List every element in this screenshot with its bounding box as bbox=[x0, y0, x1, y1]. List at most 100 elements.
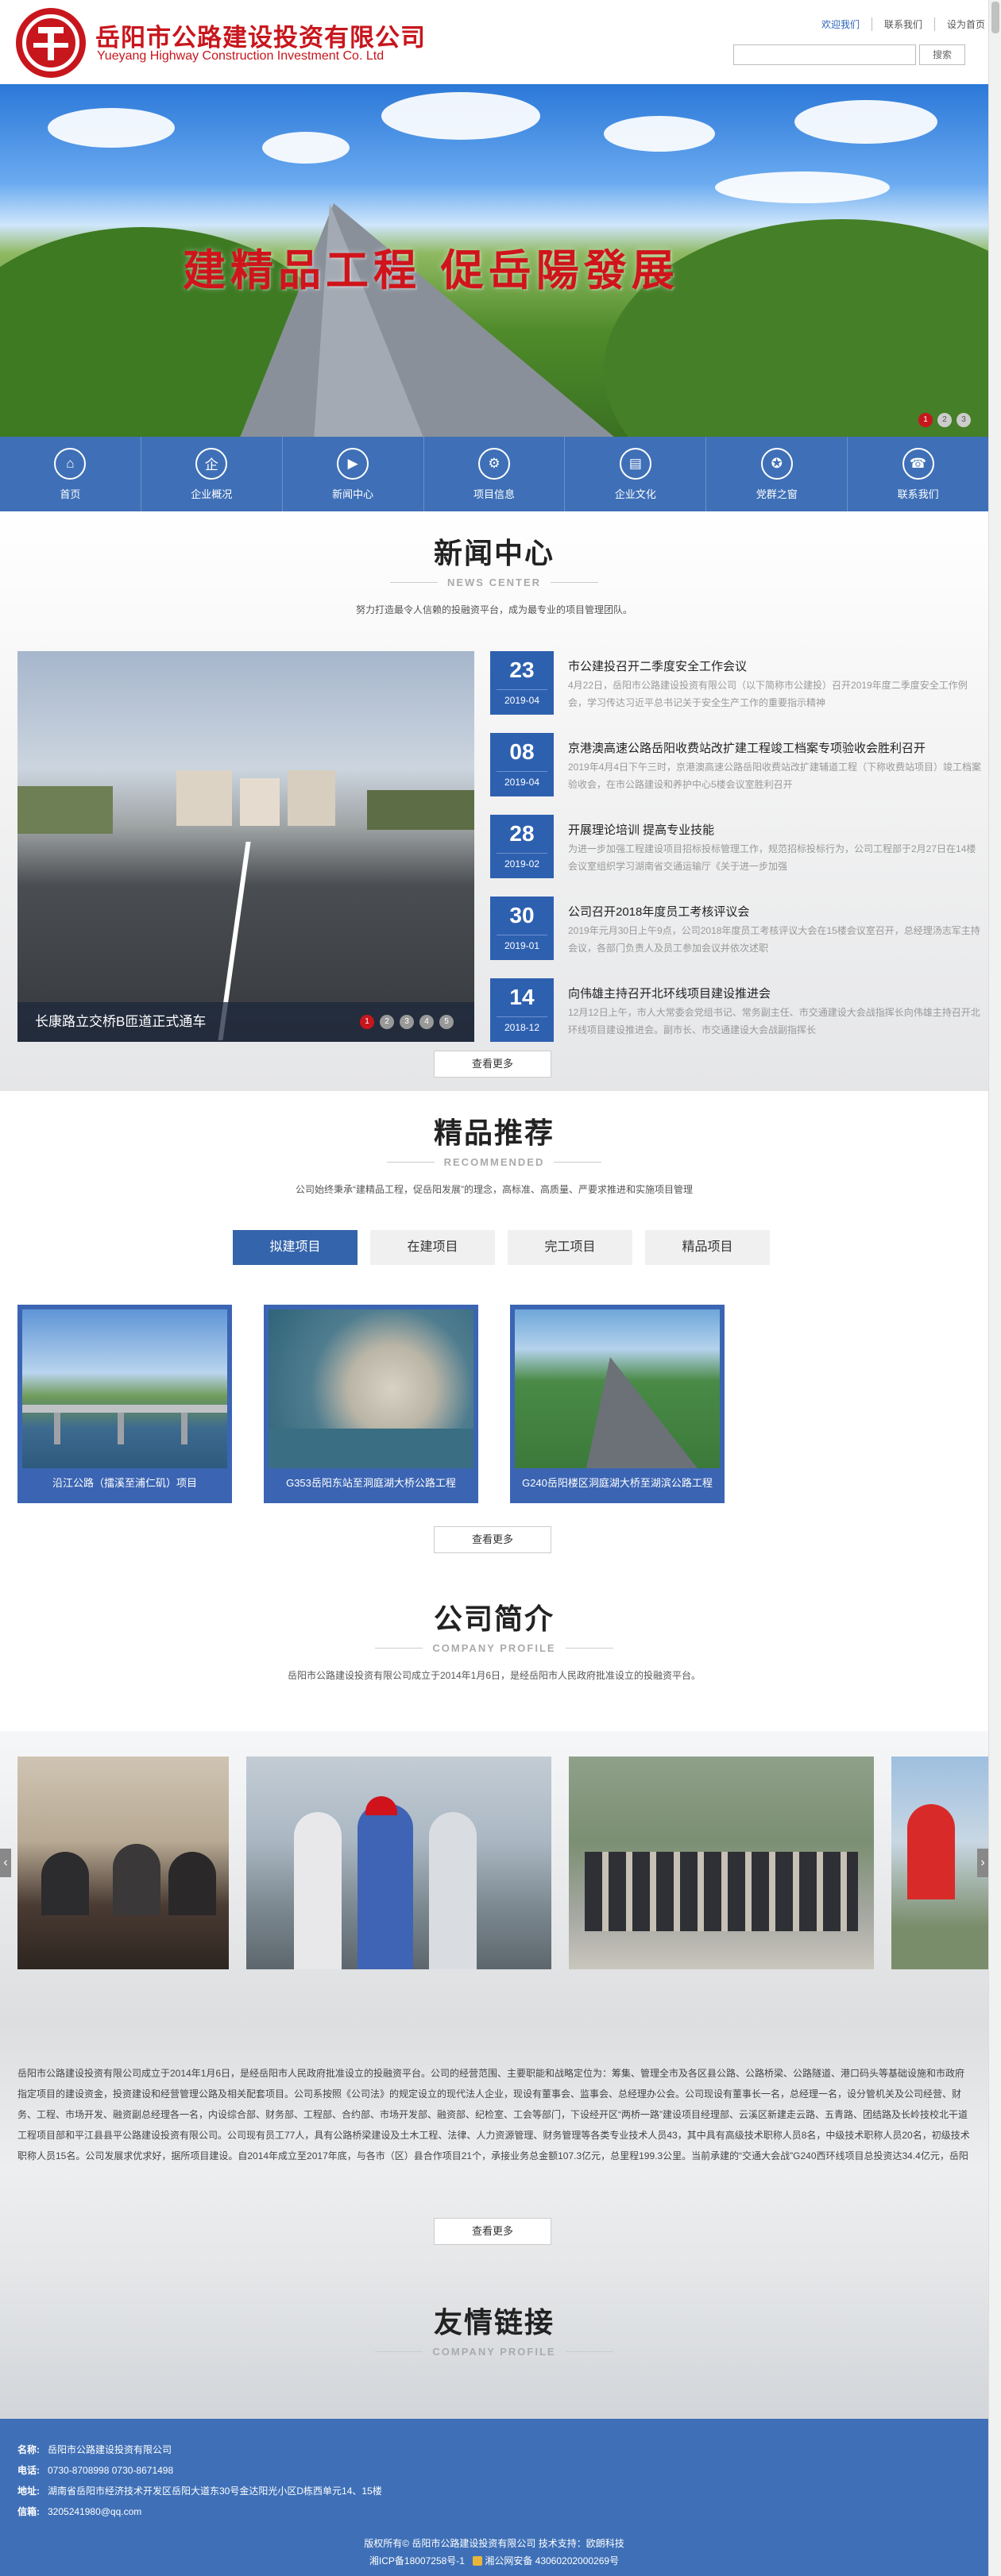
news-title[interactable]: 市公建投召开二季度安全工作会议 bbox=[568, 657, 985, 674]
company-name-en: Yueyang Highway Construction Investment … bbox=[97, 49, 385, 63]
project-image[interactable] bbox=[22, 1309, 227, 1468]
header: 岳阳市公路建设投资有限公司 Yueyang Highway Constructi… bbox=[0, 0, 1001, 84]
police-record-link[interactable]: 湘公网安备 43060202000269号 bbox=[485, 2555, 619, 2566]
profile-heading: 公司简介 COMPANY PROFILE 岳阳市公路建设投资有限公司成立于201… bbox=[0, 1596, 988, 1682]
project-image[interactable] bbox=[269, 1309, 473, 1468]
nav-item-contact[interactable]: ☎ 联系我们 bbox=[848, 437, 988, 511]
profile-photo[interactable] bbox=[17, 1757, 229, 1969]
news-title[interactable]: 开展理论培训 提高专业技能 bbox=[568, 821, 985, 838]
main-nav: ⌂ 首页 企企业概况 ▶ 新闻中心 ⚙ 项目信息 ▤ 企业文化 ✪ 党群之窗 ☎ 联系我们 bbox=[0, 437, 988, 511]
project-title[interactable]: G353岳阳东站至洞庭湖大桥公路工程 bbox=[264, 1475, 478, 1490]
welcome-link[interactable]: 欢迎我们 bbox=[810, 17, 872, 31]
page-scrollbar[interactable] bbox=[988, 0, 1001, 2576]
news-item[interactable]: 08 2019-04 京港澳高速公路岳阳收费站改扩建工程竣工档案专项验收会胜利召开… bbox=[490, 733, 987, 815]
banner-slogan: 建精品工程 促岳陽發展 bbox=[183, 245, 679, 295]
carousel-next-arrow[interactable]: › bbox=[977, 1849, 988, 1877]
nav-item-label: 联系我们 bbox=[897, 488, 939, 500]
section-title-en: COMPANY PROFILE bbox=[0, 2346, 988, 2358]
section-title-en: RECOMMENDED bbox=[0, 1156, 988, 1168]
company-icon: 企 bbox=[195, 447, 228, 480]
section-subtitle: 岳阳市公路建设投资有限公司成立于2014年1月6日，是经岳阳市人民政府批准设立的… bbox=[287, 1670, 701, 1681]
news-item[interactable]: 23 2019-04 市公建投召开二季度安全工作会议 4月22日，岳阳市公路建设投… bbox=[490, 651, 987, 733]
nav-item-label: 首页 bbox=[60, 488, 81, 500]
banner-dot[interactable]: 3 bbox=[957, 413, 971, 427]
nav-item-label: 新闻中心 bbox=[332, 488, 374, 500]
section-title: 新闻中心 bbox=[433, 537, 555, 569]
page: 岳阳市公路建设投资有限公司 Yueyang Highway Constructi… bbox=[0, 0, 1001, 2576]
news-list: 23 2019-04 市公建投召开二季度安全工作会议 4月22日，岳阳市公路建设投… bbox=[490, 651, 987, 1060]
nav-item-home[interactable]: ⌂ 首页 bbox=[0, 437, 141, 511]
footer-phone: 电话: 0730-8708998 0730-8671498 bbox=[17, 2465, 174, 2476]
home-icon: ⌂ bbox=[54, 447, 87, 480]
contact-link[interactable]: 联系我们 bbox=[872, 17, 935, 31]
news-item[interactable]: 28 2019-02 开展理论培训 提高专业技能 为进一步加强工程建设项目招标投标… bbox=[490, 815, 987, 897]
profile-photo-carousel bbox=[0, 1757, 988, 1969]
project-title[interactable]: G240岳阳楼区洞庭湖大桥至湖滨公路工程 bbox=[510, 1475, 725, 1490]
slide-dot[interactable]: 4 bbox=[419, 1015, 434, 1029]
tab-featured[interactable]: 精品项目 bbox=[645, 1230, 770, 1265]
project-icon: ⚙ bbox=[478, 447, 510, 480]
news-title[interactable]: 京港澳高速公路岳阳收费站改扩建工程竣工档案专项验收会胜利召开 bbox=[568, 739, 985, 756]
news-slideshow[interactable]: 长康路立交桥B匝道正式通车 1 2 3 4 5 bbox=[17, 651, 474, 1042]
banner-pager: 1 2 3 bbox=[918, 413, 971, 427]
search-input[interactable] bbox=[733, 44, 916, 65]
news-item[interactable]: 30 2019-01 公司召开2018年度员工考核评议会 2019年元月30日上午… bbox=[490, 897, 987, 978]
hero-banner[interactable]: 建精品工程 促岳陽發展 1 2 3 bbox=[0, 84, 988, 437]
nav-item-label: 企业概况 bbox=[191, 488, 233, 500]
company-logo[interactable] bbox=[16, 8, 86, 78]
project-image[interactable] bbox=[515, 1309, 720, 1468]
news-date: 30 2019-01 bbox=[490, 897, 554, 960]
section-title: 精品推荐 bbox=[433, 1116, 555, 1149]
nav-item-party[interactable]: ✪ 党群之窗 bbox=[706, 437, 848, 511]
search-button[interactable]: 搜索 bbox=[919, 44, 965, 65]
news-title[interactable]: 公司召开2018年度员工考核评议会 bbox=[568, 903, 985, 920]
project-card[interactable]: 沿江公路（擂溪至浦仁矶）项目 bbox=[17, 1305, 232, 1503]
footer-record: 湘ICP备18007258号-1 湘公网安备 43060202000269号 bbox=[0, 2554, 988, 2567]
slide-dot[interactable]: 3 bbox=[400, 1015, 414, 1029]
news-more-button[interactable]: 查看更多 bbox=[434, 1051, 551, 1078]
news-date: 08 2019-04 bbox=[490, 733, 554, 796]
nav-item-projects[interactable]: ⚙ 项目信息 bbox=[424, 437, 566, 511]
scrollbar-thumb[interactable] bbox=[991, 2, 999, 33]
project-card[interactable]: G353岳阳东站至洞庭湖大桥公路工程 bbox=[264, 1305, 478, 1503]
nav-item-label: 项目信息 bbox=[473, 488, 516, 500]
profile-more-button[interactable]: 查看更多 bbox=[434, 2218, 551, 2245]
nav-item-culture[interactable]: ▤ 企业文化 bbox=[565, 437, 707, 511]
news-item[interactable]: 14 2018-12 向伟雄主持召开北环线项目建设推进会 12月12日上午，市人大… bbox=[490, 978, 987, 1060]
news-title[interactable]: 向伟雄主持召开北环线项目建设推进会 bbox=[568, 985, 985, 1001]
book-icon: ▤ bbox=[619, 447, 651, 480]
set-homepage-link[interactable]: 设为首页 bbox=[935, 17, 985, 31]
profile-photo[interactable] bbox=[891, 1757, 988, 1969]
nav-item-news[interactable]: ▶ 新闻中心 bbox=[283, 437, 424, 511]
news-date: 23 2019-04 bbox=[490, 651, 554, 715]
recommend-heading: 精品推荐 RECOMMENDED 公司始终秉承“建精品工程，促岳阳发展”的理念，… bbox=[0, 1110, 988, 1196]
slide-dot[interactable]: 2 bbox=[380, 1015, 394, 1029]
links-heading: 友情链接 COMPANY PROFILE bbox=[0, 2300, 988, 2358]
banner-dot[interactable]: 1 bbox=[918, 413, 933, 427]
icp-link[interactable]: 湘ICP备18007258号-1 bbox=[369, 2555, 465, 2566]
news-heading: 新闻中心 NEWS CENTER 努力打造最令人信赖的投融资平台，成为最专业的项… bbox=[0, 530, 988, 616]
tab-ongoing[interactable]: 在建项目 bbox=[370, 1230, 495, 1265]
recommend-more-button[interactable]: 查看更多 bbox=[434, 1526, 551, 1553]
carousel-prev-arrow[interactable]: ‹ bbox=[0, 1849, 11, 1877]
nav-item-company[interactable]: 企企业概况 bbox=[141, 437, 283, 511]
footer-copyright: 版权所有© 岳阳市公路建设投资有限公司 技术支持：欧朗科技 bbox=[364, 2538, 624, 2549]
footer-address: 地址: 湖南省岳阳市经济技术开发区岳阳大道东30号金达阳光小区D栋西单元14、15… bbox=[17, 2485, 382, 2497]
tab-completed[interactable]: 完工项目 bbox=[508, 1230, 632, 1265]
slide-dot[interactable]: 5 bbox=[439, 1015, 454, 1029]
footer-email: 信箱: 3205241980@qq.com bbox=[17, 2506, 142, 2517]
phone-icon: ☎ bbox=[902, 447, 934, 480]
profile-photo[interactable] bbox=[246, 1757, 551, 1969]
footer-name: 名称: 岳阳市公路建设投资有限公司 bbox=[17, 2444, 172, 2455]
section-subtitle: 公司始终秉承“建精品工程，促岳阳发展”的理念，高标准、高质量、严要求推进和实施项… bbox=[296, 1184, 693, 1195]
project-card[interactable]: G240岳阳楼区洞庭湖大桥至湖滨公路工程 bbox=[510, 1305, 725, 1503]
profile-photo[interactable] bbox=[569, 1757, 874, 1969]
tab-planned[interactable]: 拟建项目 bbox=[233, 1230, 358, 1265]
section-title: 友情链接 bbox=[433, 2306, 555, 2339]
news-desc: 为进一步加强工程建设项目招标投标管理工作，规范招标投标行为，公司工程部于2月27… bbox=[568, 843, 976, 872]
slide-dot[interactable]: 1 bbox=[360, 1015, 374, 1029]
news-date: 14 2018-12 bbox=[490, 978, 554, 1042]
project-title[interactable]: 沿江公路（擂溪至浦仁矶）项目 bbox=[17, 1475, 232, 1490]
banner-dot[interactable]: 2 bbox=[937, 413, 952, 427]
news-desc: 2019年4月4日下午三时，京港澳高速公路岳阳收费站改扩建辅道工程（下称收费站项… bbox=[568, 762, 982, 790]
